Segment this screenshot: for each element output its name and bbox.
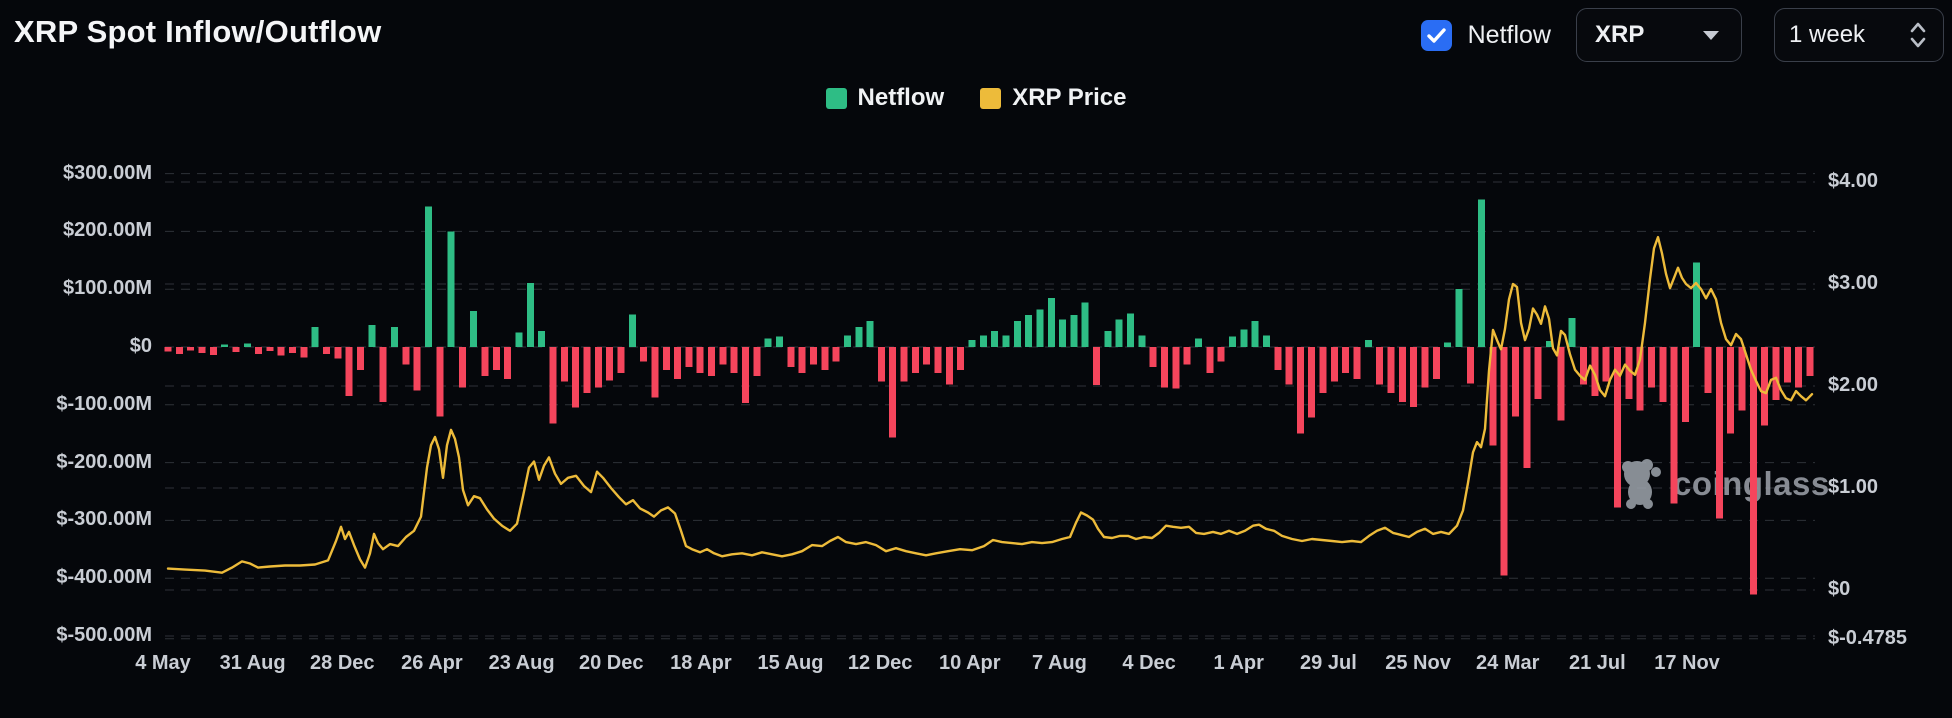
y-axis-label-right: $3.00 bbox=[1828, 272, 1879, 294]
page-title: XRP Spot Inflow/Outflow bbox=[14, 14, 382, 49]
chart-legend: Netflow XRP Price bbox=[0, 84, 1952, 112]
watermark-label: coinglass bbox=[1673, 465, 1830, 502]
y-axis-label-right: $0 bbox=[1828, 578, 1851, 600]
y-axis-label-right: $1.00 bbox=[1828, 476, 1879, 498]
price-line bbox=[166, 235, 1814, 574]
coinglass-logo-icon bbox=[1622, 459, 1661, 509]
netflow-checkbox[interactable] bbox=[1420, 19, 1452, 51]
y-axis-label-left: $-200.00M bbox=[56, 450, 152, 473]
y-axis-label-left: $-500.00M bbox=[56, 624, 152, 646]
y-axis-label-left: $-100.00M bbox=[56, 392, 152, 415]
y-axis-label-left: $-300.00M bbox=[56, 508, 152, 531]
legend-item-xrp-price[interactable]: XRP Price bbox=[980, 84, 1126, 112]
y-axis-label-left: $300.00M bbox=[63, 161, 152, 184]
legend-item-netflow[interactable]: Netflow bbox=[825, 84, 945, 112]
interval-select-value: 1 week bbox=[1789, 21, 1866, 48]
netflow-toggle[interactable]: Netflow bbox=[1420, 19, 1551, 51]
y-axis-label-left: $0 bbox=[129, 335, 152, 357]
y-axis-label-right: $4.00 bbox=[1828, 170, 1879, 192]
netflow-toggle-label: Netflow bbox=[1467, 20, 1551, 49]
legend-swatch-icon bbox=[980, 87, 1002, 109]
y-axis-label-left: $200.00M bbox=[63, 219, 152, 242]
legend-label: Netflow bbox=[857, 84, 945, 111]
x-axis-label: 17 Nov bbox=[1654, 652, 1720, 674]
interval-select[interactable]: 1 week bbox=[1774, 8, 1944, 62]
legend-label: XRP Price bbox=[1012, 84, 1127, 111]
netflow-bars bbox=[164, 199, 1814, 595]
symbol-select-value: XRP bbox=[1595, 21, 1645, 48]
stepper-icon bbox=[1910, 22, 1926, 48]
symbol-select[interactable]: XRP bbox=[1576, 8, 1742, 62]
app: XRP Spot Inflow/Outflow Netflow XRP 1 we… bbox=[0, 0, 1952, 718]
y-axis-label-right: $2.00 bbox=[1828, 374, 1879, 396]
y-axis-label-left: $100.00M bbox=[63, 277, 152, 300]
gridlines bbox=[165, 173, 1815, 640]
watermark: coinglass bbox=[1618, 459, 1830, 509]
chevron-down-icon bbox=[1703, 30, 1719, 40]
y-axis-label-right: $-0.4785 bbox=[1828, 626, 1907, 649]
y-axis-label-left: $-400.00M bbox=[56, 566, 152, 589]
legend-swatch-icon bbox=[825, 87, 847, 109]
check-icon bbox=[1426, 27, 1446, 43]
header-controls: Netflow XRP 1 week bbox=[1420, 8, 1944, 62]
